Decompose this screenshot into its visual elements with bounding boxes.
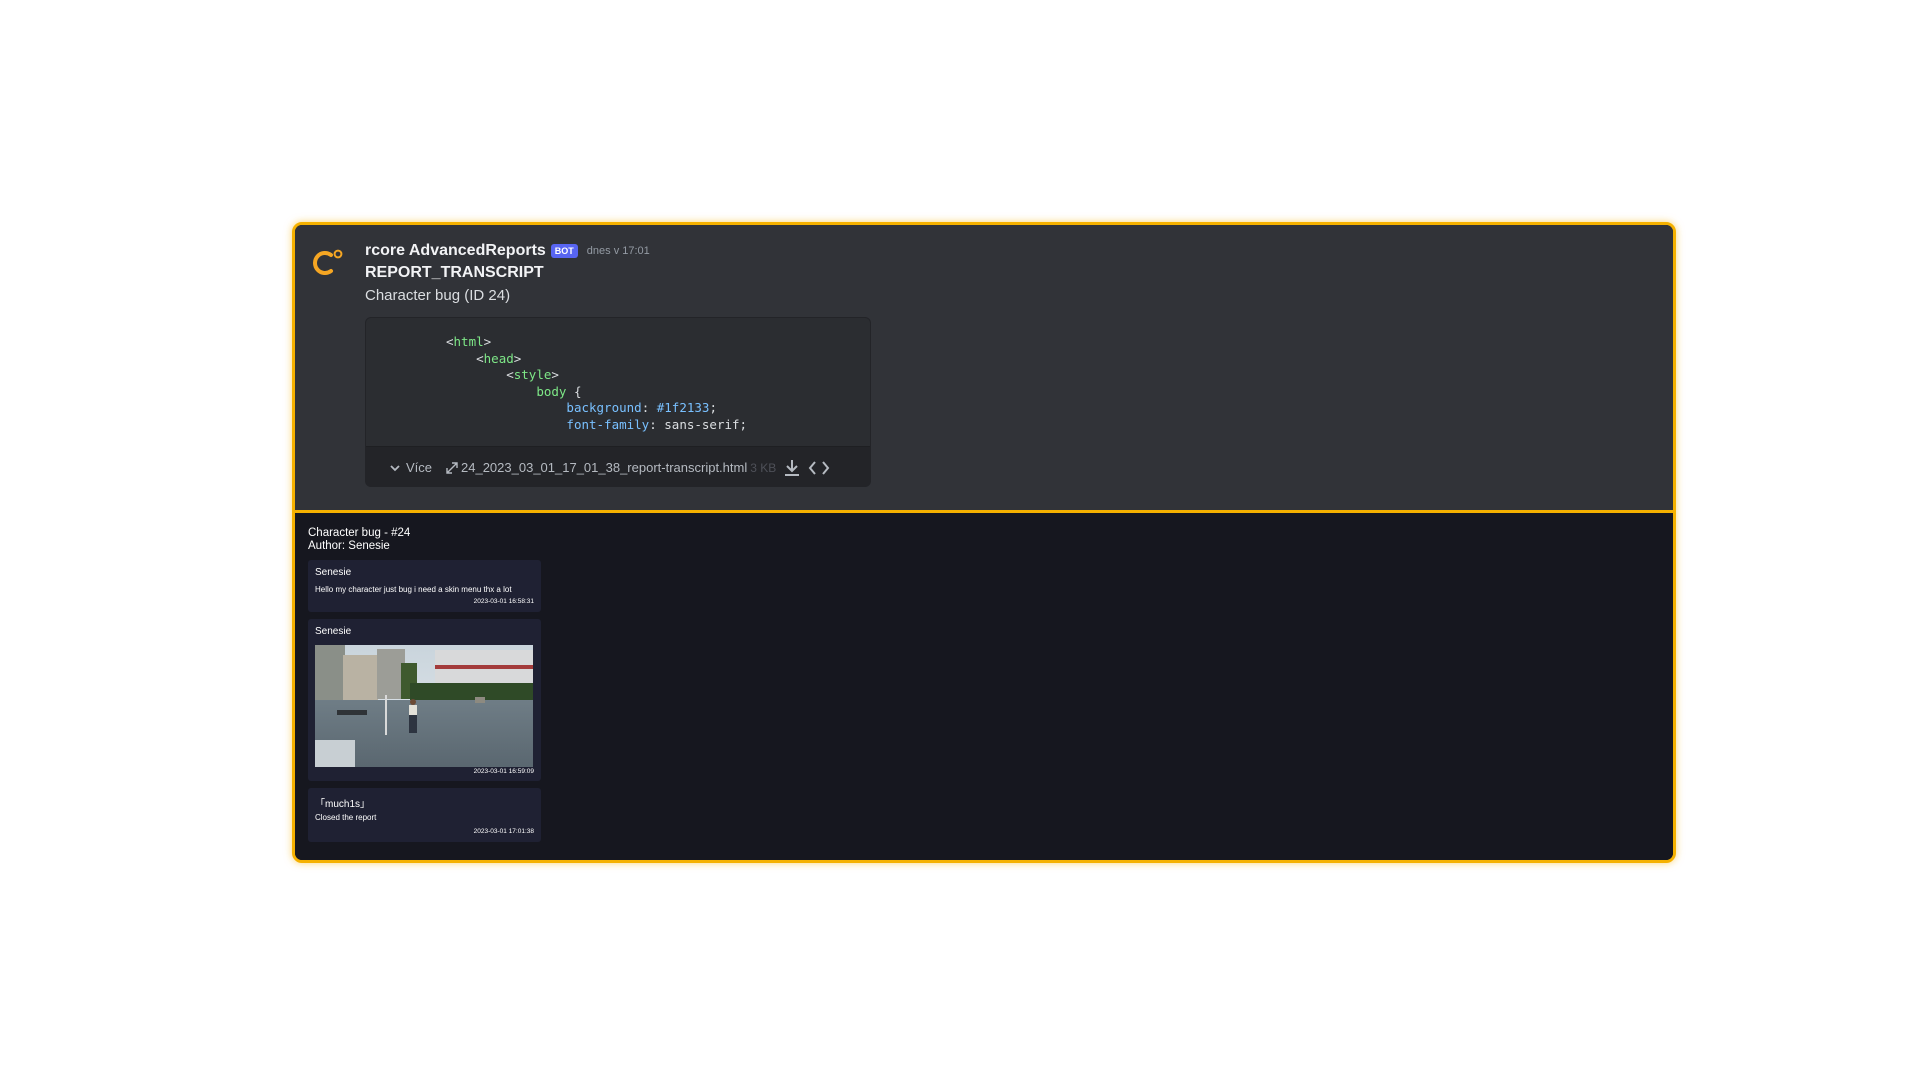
transcript-title: Character bug - #24 xyxy=(308,527,411,539)
attachment-footer: Více 24_2023_03_01_17_01_38_report-trans… xyxy=(366,446,870,486)
message-time: 2023-03-01 16:59:09 xyxy=(473,768,534,775)
transcript-message: Senesie Hello my character just bug i ne… xyxy=(308,560,541,612)
message-time: 2023-03-01 17:01:38 xyxy=(473,828,534,835)
discord-message: rcore AdvancedReports BOT dnes v 17:01 R… xyxy=(295,225,1673,510)
code-icon[interactable] xyxy=(808,458,830,478)
transcript-message: 「much1s」 Closed the report 2023-03-01 17… xyxy=(308,788,541,842)
username[interactable]: rcore AdvancedReports xyxy=(365,242,546,260)
message-text: Closed the report xyxy=(315,813,377,822)
attachment-filename[interactable]: 24_2023_03_01_17_01_38_report-transcript… xyxy=(461,460,747,475)
file-preview-card: <html> <head> <style> body { background:… xyxy=(365,317,871,487)
expand-preview-button[interactable]: Více xyxy=(388,460,432,475)
code-line: <style> xyxy=(506,367,559,382)
message-author: 「much1s」 xyxy=(315,799,371,810)
transcript-header: Character bug - #24 Author: Senesie xyxy=(308,527,410,553)
message-time: 2023-03-01 16:58:31 xyxy=(473,598,534,605)
expand-icon[interactable] xyxy=(445,461,459,475)
message-timestamp: dnes v 17:01 xyxy=(586,245,650,257)
screenshot-frame: rcore AdvancedReports BOT dnes v 17:01 R… xyxy=(292,222,1676,863)
expand-label: Více xyxy=(406,460,433,475)
message-author: Senesie xyxy=(315,567,352,578)
logo-icon[interactable] xyxy=(311,246,345,280)
code-preview: <html> <head> <style> body { background:… xyxy=(366,318,870,446)
message-header: rcore AdvancedReports BOT dnes v 17:01 xyxy=(365,242,650,260)
transcript-view: Character bug - #24 Author: Senesie Sene… xyxy=(295,513,1673,860)
code-line: <html> xyxy=(446,334,492,349)
code-line: background: #1f2133; xyxy=(566,400,717,415)
message-author: Senesie xyxy=(315,626,352,637)
code-line: body { xyxy=(536,383,582,399)
screenshot-image xyxy=(315,645,533,767)
download-icon[interactable] xyxy=(782,458,802,478)
bot-badge: BOT xyxy=(550,244,578,258)
transcript-message: Senesie 2023-03-01 16:59:09 xyxy=(308,619,541,781)
chevron-down-icon xyxy=(390,464,400,471)
message-subtitle: Character bug (ID 24) xyxy=(365,287,511,304)
message-title: REPORT_TRANSCRIPT xyxy=(365,264,544,281)
code-line: font-family: sans-serif; xyxy=(566,416,748,432)
transcript-author: Author: Senesie xyxy=(308,540,390,552)
code-line: <head> xyxy=(476,350,522,366)
message-text: Hello my character just bug i need a ski… xyxy=(315,585,512,594)
attachment-filesize: 3 KB xyxy=(750,460,777,475)
